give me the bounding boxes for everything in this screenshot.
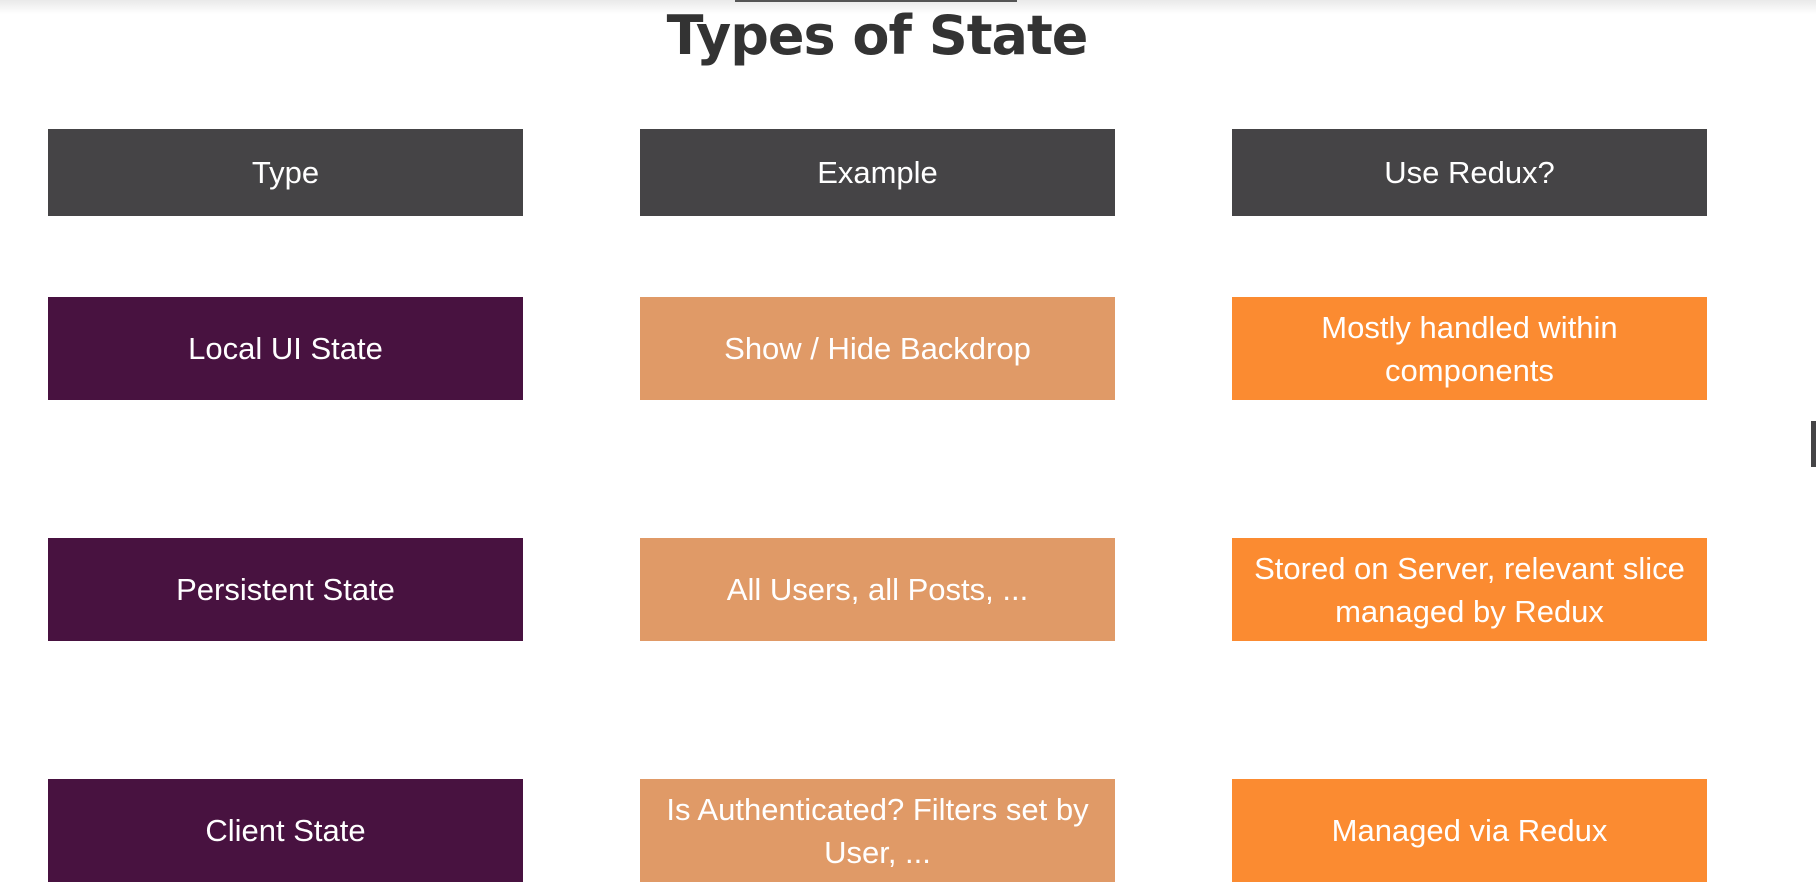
type-cell-client-state: Client State [48,779,523,882]
example-cell-client-state: Is Authenticated? Filters set by User, .… [640,779,1115,882]
example-cell-persistent-state: All Users, all Posts, ... [640,538,1115,641]
header-example: Example [640,129,1115,216]
page-title: Types of State [666,4,1089,67]
header-type: Type [48,129,523,216]
side-scroll-handle[interactable] [1811,421,1816,467]
use-redux-cell-local-ui-state: Mostly handled within components [1232,297,1707,400]
use-redux-cell-persistent-state: Stored on Server, relevant slice managed… [1232,538,1707,641]
header-use-redux: Use Redux? [1232,129,1707,216]
top-divider [735,0,1017,2]
use-redux-cell-client-state: Managed via Redux [1232,779,1707,882]
type-cell-local-ui-state: Local UI State [48,297,523,400]
example-cell-local-ui-state: Show / Hide Backdrop [640,297,1115,400]
type-cell-persistent-state: Persistent State [48,538,523,641]
